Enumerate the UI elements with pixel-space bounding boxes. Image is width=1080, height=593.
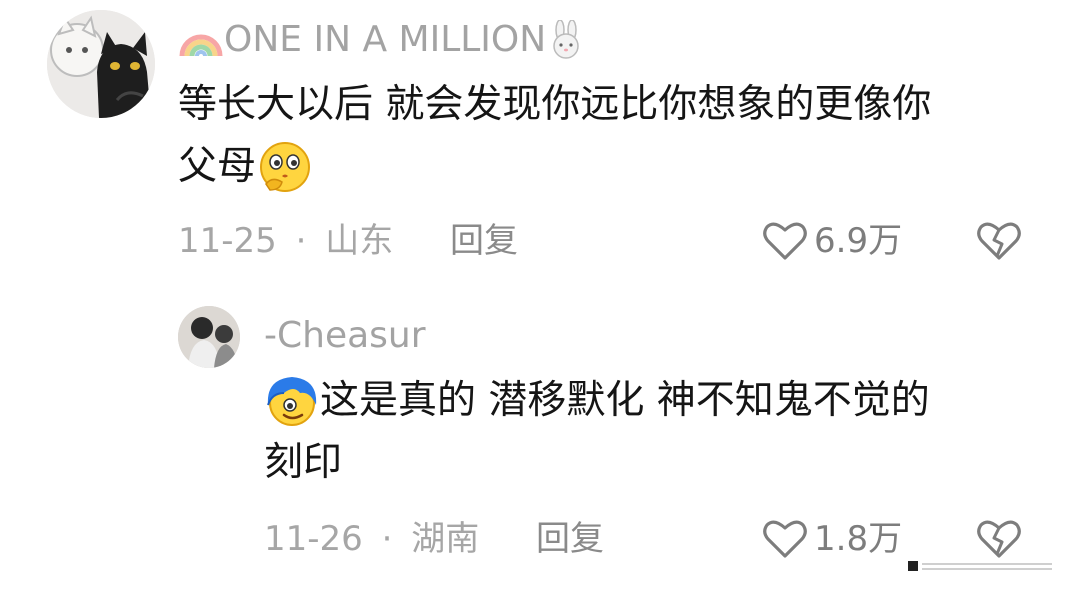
like-count: 6.9万: [814, 221, 903, 261]
comment-date: 11-26: [264, 519, 363, 559]
reply-button[interactable]: 回复: [536, 522, 604, 556]
heart-icon: [763, 520, 807, 558]
reply-button[interactable]: 回复: [450, 224, 518, 258]
like-button[interactable]: 6.9万: [762, 220, 902, 262]
comment-thread: ONE IN A MILLION 等长大以后 就会发现你远比你想象的更像你 父母: [0, 0, 1080, 593]
comment-meta: 11-25 · 山东: [178, 224, 393, 258]
comment-location: 湖南: [411, 519, 480, 559]
avatar[interactable]: [47, 10, 155, 118]
broken-heart-icon: [977, 520, 1021, 558]
like-count: 1.8万: [814, 519, 903, 559]
rainbow-icon: [179, 34, 223, 57]
comment-text-line: 等长大以后 就会发现你远比你想象的更像你: [178, 82, 932, 127]
comment-text: 等长大以后 就会发现你远比你想象的更像你 父母: [178, 74, 931, 198]
comment-text-line: 这是真的 潜移默化 神不知鬼不觉的: [264, 370, 930, 432]
reply-comment-item: -Cheasur 这是真的 潜移默化 神不知鬼不觉的 刻印 11-26 · 湖南…: [0, 280, 1080, 593]
comment-meta: 11-26 · 湖南: [264, 522, 479, 556]
blue-hair-face-emoji: [267, 377, 317, 426]
comment-item: ONE IN A MILLION 等长大以后 就会发现你远比你想象的更像你 父母: [0, 0, 1080, 280]
comment-text-line-1: 这是真的 潜移默化 神不知鬼不觉的: [320, 378, 930, 423]
comment-location: 山东: [325, 221, 394, 261]
heart-icon: [763, 222, 807, 260]
meta-separator: ·: [381, 519, 393, 559]
comment-text-line: 刻印: [264, 440, 343, 485]
comment-text-line: 父母: [178, 136, 931, 198]
comment-date: 11-25: [178, 221, 277, 261]
like-button[interactable]: 1.8万: [762, 518, 902, 560]
person-avatar-icon: [178, 306, 240, 368]
username[interactable]: ONE IN A MILLION: [178, 20, 586, 60]
dislike-button[interactable]: [976, 220, 1022, 266]
watermark-icon: [904, 559, 1064, 573]
thinking-face-emoji: [260, 142, 311, 192]
broken-heart-icon: [977, 222, 1021, 260]
comment-text: 这是真的 潜移默化 神不知鬼不觉的 刻印: [264, 370, 930, 494]
meta-separator: ·: [295, 221, 307, 261]
rabbit-icon: [553, 20, 579, 59]
username-text: ONE IN A MILLION: [224, 19, 547, 60]
comment-text-line-2: 父母: [178, 144, 257, 189]
avatar[interactable]: [178, 306, 240, 368]
cat-avatar-icon: [47, 10, 155, 118]
username[interactable]: -Cheasur: [264, 318, 426, 354]
